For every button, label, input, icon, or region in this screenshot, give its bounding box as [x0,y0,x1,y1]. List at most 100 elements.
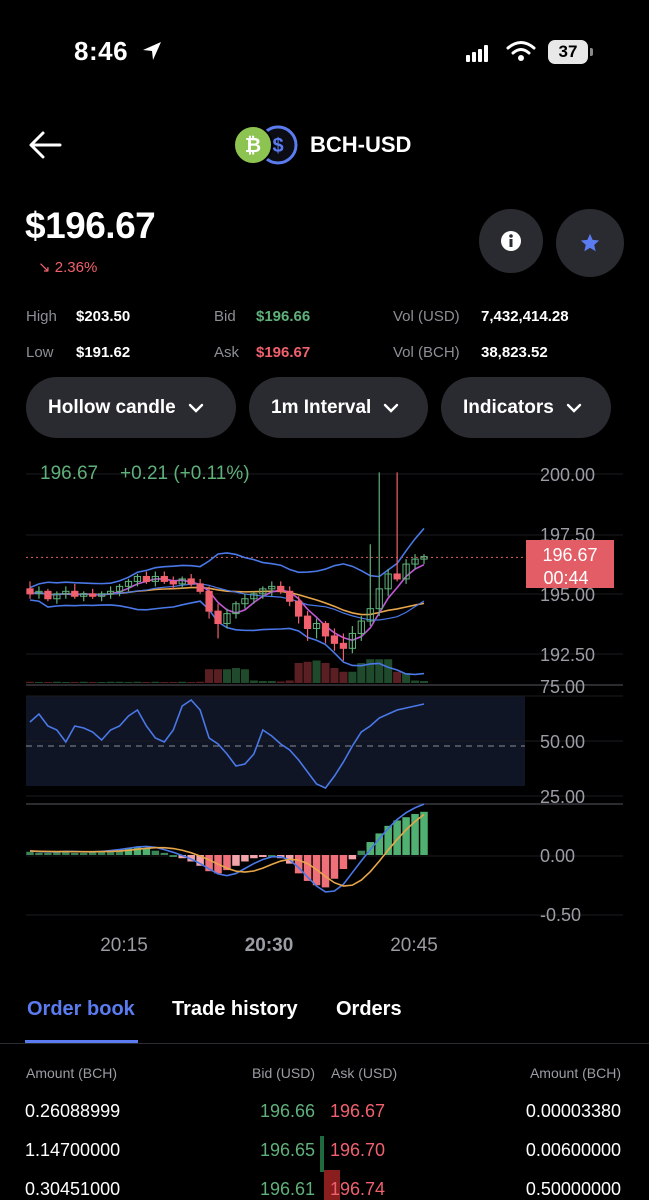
bid-amount: 1.14700000 [25,1140,121,1160]
volume-bar [187,682,196,683]
candle-body [393,573,401,580]
ask-header: Ask (USD) [331,1065,398,1081]
macd-histogram-bar [79,852,88,855]
candle-body [89,593,97,597]
ask-price: 196.70 [330,1140,386,1160]
amount-ask-header: Amount (BCH) [529,1065,621,1081]
macd-histogram-bar [151,850,160,855]
tab-order-book[interactable]: Order book [27,998,135,1021]
candle-body [295,600,303,617]
amount-bid-header: Amount (BCH) [26,1065,118,1081]
chart-type-dropdown[interactable]: Hollow candle [26,377,236,438]
candle-body [330,635,339,644]
volume-bar [151,681,160,683]
rsi-axis-label: 75.00 [540,677,585,697]
location-arrow-icon [143,42,161,60]
ask-price: 196.74 [330,1179,386,1199]
macd-histogram-bar [44,852,52,855]
status-time: 8:46 [74,36,129,66]
macd-histogram-bar [357,850,366,855]
macd-histogram-bar [71,852,79,855]
chevron-down-icon [384,403,399,413]
volume-bar [34,682,43,683]
ask-price: 196.67 [330,1101,386,1121]
indicators-label: Indicators [463,396,554,418]
macd-indicator [26,803,428,893]
star-icon [580,233,600,252]
macd-histogram-bar [321,855,330,888]
bid-price: 196.65 [259,1140,315,1160]
chevron-down-icon [566,403,582,413]
volume-bar [249,680,258,683]
volume-bar [339,671,348,683]
macd-histogram-bar [232,855,240,866]
macd-histogram-bar [241,855,249,862]
tab-trade-history[interactable]: Trade history [172,998,298,1021]
interval-dropdown[interactable]: 1m Interval [249,377,428,438]
volume-bar [276,681,285,683]
volume-bar [330,668,339,683]
volume-bar [303,661,312,683]
volume-bar [124,682,133,683]
vol-usd-label: Vol (USD) [393,308,460,325]
macd-histogram-bar [26,851,34,855]
volume-bar [25,681,35,683]
price-chart[interactable]: 196.67 +0.21 (+0.11%) 200.00197.50195.00… [0,455,649,965]
order-book-row[interactable]: 1.14700000 196.65 196.70 0.00600000 [0,1134,649,1170]
order-book-row[interactable]: 0.26088999 196.66 196.67 0.00003380 [0,1095,649,1131]
indicators-dropdown[interactable]: Indicators [441,377,611,438]
candle-body [26,588,34,595]
macd-histogram-bar [160,852,169,855]
candle-body [214,610,222,625]
low-value: $191.62 [76,344,131,361]
candle-body [321,623,330,637]
current-price-label: 196.67 [542,545,597,565]
tab-orders[interactable]: Orders [336,998,402,1021]
order-book-row[interactable]: 0.30451000 196.61 196.74 0.50000000 [0,1173,649,1200]
low-label: Low [26,344,54,361]
ask-value: $196.67 [256,344,311,361]
battery-indicator: 37 [548,40,588,64]
candle-body [187,578,195,585]
macd-histogram-bar [169,855,178,857]
macd-histogram-bar [339,855,348,870]
candle-body [71,590,79,597]
candle-body [196,583,204,592]
bch-usd-coin-icon: $ ₿ [233,125,298,165]
volume-bar [294,663,303,683]
volume-bar [419,681,429,683]
volume-bar [169,682,178,683]
info-icon [501,231,521,251]
top-nav: $ ₿ BCH-USD [0,120,649,170]
info-button[interactable] [479,209,543,273]
bid-value: $196.66 [256,308,311,325]
macd-line [29,803,425,893]
cellular-signal-icon [466,44,490,62]
candle-body [169,580,177,585]
volume-bar [52,681,61,683]
candle-body [339,642,348,649]
bid-price: 196.61 [259,1179,315,1199]
volume-bar [411,680,420,683]
chevron-down-icon [188,403,203,413]
legend-change: +0.21 (+0.11%) [120,463,250,484]
price-change-value: 2.36% [54,259,98,276]
ask-amount: 0.00003380 [525,1101,621,1121]
volume-bar [160,682,169,683]
macd-histogram-bar [35,852,43,855]
svg-text:₿: ₿ [245,135,261,157]
high-value: $203.50 [76,308,131,325]
wifi-icon [506,41,536,61]
price-axis-label: 192.50 [540,645,595,665]
vol-bch-label: Vol (BCH) [393,344,460,361]
volume-bar [196,681,205,683]
ask-amount: 0.00600000 [525,1140,621,1160]
watchlist-star-button[interactable] [556,209,624,277]
volume-bar [205,669,214,683]
macd-histogram-bar [259,855,267,857]
current-price: $196.67 [25,205,156,246]
macd-axis-label: 0.00 [540,846,575,866]
back-arrow-icon[interactable] [28,130,62,160]
bollinger-upper [29,527,425,589]
volume-bar [240,669,249,683]
